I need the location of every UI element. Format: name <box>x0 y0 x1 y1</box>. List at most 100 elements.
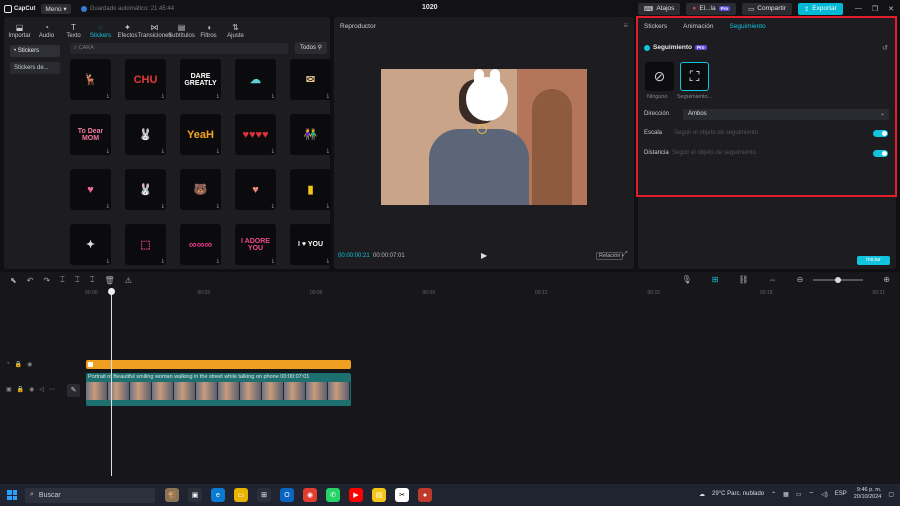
sticker-item[interactable]: ⬚ ⤓ <box>125 224 166 265</box>
notification-icon[interactable]: ▢ <box>888 491 894 498</box>
sticker-category-1[interactable]: Stickers de... <box>10 62 60 74</box>
language-indicator[interactable]: ESP <box>835 491 847 497</box>
preview-axis-icon[interactable]: ⇔ <box>769 275 777 284</box>
props-tab-seguimiento[interactable]: Seguimiento <box>729 23 765 30</box>
download-icon[interactable]: ⤓ <box>327 148 329 154</box>
download-icon[interactable]: ⤓ <box>217 258 219 264</box>
sticker-category-0[interactable]: • Stickers <box>10 45 60 57</box>
sticky-notes-icon[interactable]: ▤ <box>372 488 386 502</box>
maximize-icon[interactable]: ❐ <box>872 5 878 13</box>
wifi-icon[interactable]: ⌔ <box>809 490 815 498</box>
download-icon[interactable]: ⤓ <box>107 148 109 154</box>
download-icon[interactable]: ⤓ <box>272 258 274 264</box>
sticker-item[interactable]: CHU ⤓ <box>125 59 166 100</box>
outlook-icon[interactable]: O <box>280 488 294 502</box>
sticker-item[interactable]: ♥♥♥♥ ⤓ <box>235 114 276 155</box>
video-clip[interactable]: Portrait of Beautiful smiling woman walk… <box>86 373 351 406</box>
download-icon[interactable]: ⤓ <box>162 93 164 99</box>
fullscreen-icon[interactable]: ⤢ <box>622 251 628 259</box>
scale-toggle[interactable] <box>873 130 888 137</box>
video-preview[interactable] <box>381 69 587 205</box>
sticker-item[interactable]: To Dear MOM ⤓ <box>70 114 111 155</box>
link-icon[interactable]: ⛓ <box>738 275 748 284</box>
download-icon[interactable]: ⤓ <box>217 203 219 209</box>
download-icon[interactable]: ⤓ <box>327 203 329 209</box>
more-icon[interactable]: ⋯ <box>49 386 55 393</box>
magnet-icon[interactable]: ⊞ <box>712 275 719 284</box>
shortcuts-button[interactable]: ⌨ Atajos <box>637 2 681 15</box>
time-ruler[interactable]: 00:00 00:03 00:06 00:09 00:12 00:15 00:18 00:21 <box>85 288 900 298</box>
sticker-item[interactable]: ∞∞∞ ⤓ <box>180 224 221 265</box>
network-icon[interactable]: ▦ <box>783 491 789 498</box>
warning-icon[interactable]: ⚠ <box>125 276 132 285</box>
download-icon[interactable]: ⤓ <box>272 148 274 154</box>
eye-icon[interactable]: ◔ <box>6 361 10 368</box>
sticker-item[interactable]: DARE GREATLY ⤓ <box>180 59 221 100</box>
tray-up-icon[interactable]: ⌃ <box>771 491 776 498</box>
edit-cover-icon[interactable]: ✎ <box>67 384 80 397</box>
battery-icon[interactable]: ▭ <box>796 491 802 498</box>
sticker-item[interactable]: 🦌 ⤓ <box>70 59 111 100</box>
tab-transiciones[interactable]: ⋈ Transiciones <box>138 23 172 39</box>
playhead[interactable] <box>108 288 115 476</box>
ratio-button[interactable]: Relación <box>596 252 624 260</box>
windows-start-icon[interactable] <box>7 490 17 500</box>
tracking-target-icon[interactable] <box>477 124 487 134</box>
sticker-item[interactable]: I ADORE YOU ⤓ <box>235 224 276 265</box>
chrome-icon[interactable]: ◉ <box>303 488 317 502</box>
split-right-icon[interactable]: ⌶ <box>90 275 95 285</box>
sticker-item[interactable]: ♥ ⤓ <box>70 169 111 210</box>
props-tab-stickers[interactable]: Stickers <box>644 23 667 30</box>
cover-icon[interactable]: ▣ <box>6 386 12 393</box>
option-tracking-button[interactable]: ⛶ <box>680 62 709 91</box>
tab-stickers[interactable]: ◌ Stickers <box>87 23 114 39</box>
sticker-item[interactable]: ✦ ⤓ <box>70 224 111 265</box>
project-title[interactable]: 1020 <box>422 4 438 11</box>
close-icon[interactable]: ✕ <box>888 5 894 13</box>
undo-icon[interactable]: ↶ <box>27 276 34 285</box>
download-icon[interactable]: ⤓ <box>327 93 329 99</box>
sticker-item[interactable]: 🐻 ⤓ <box>180 169 221 210</box>
youtube-icon[interactable]: ▶ <box>349 488 363 502</box>
zoom-in-icon[interactable]: ⊕ <box>883 275 890 284</box>
filter-dropdown[interactable]: Todos ⚲ <box>295 42 327 54</box>
lock-icon[interactable]: 🔒 <box>17 386 24 393</box>
sticker-search-input[interactable]: ⌕ CARA <box>70 43 288 54</box>
download-icon[interactable]: ⤓ <box>272 203 274 209</box>
sticker-item[interactable]: ✉ ⤓ <box>290 59 331 100</box>
sticker-item[interactable]: 🐰 ⤓ <box>125 169 166 210</box>
sticker-item[interactable]: 🐰 ⤓ <box>125 114 166 155</box>
delete-icon[interactable]: 🗑 <box>105 276 115 285</box>
menu-button[interactable]: Menú ▾ <box>41 3 71 14</box>
player-menu-icon[interactable]: ≡ <box>623 21 628 30</box>
download-icon[interactable]: ⤓ <box>162 148 164 154</box>
split-left-icon[interactable]: ⌶ <box>75 275 80 285</box>
widget-icon[interactable]: 🐒 <box>165 488 179 502</box>
sticker-item[interactable]: ▮ ⤓ <box>290 169 331 210</box>
zoom-slider[interactable] <box>813 276 864 283</box>
clock[interactable]: 9:46 p. m. 20/10/2024 <box>854 487 882 501</box>
sticker-item[interactable]: YeaH ⤓ <box>180 114 221 155</box>
sticker-item[interactable]: ♥ ⤓ <box>235 169 276 210</box>
download-icon[interactable]: ⤓ <box>327 258 329 264</box>
sticker-item[interactable]: ☁ ⤓ <box>235 59 276 100</box>
tab-texto[interactable]: T Texto <box>60 23 87 39</box>
microphone-icon[interactable]: 🎙 <box>682 275 692 284</box>
download-icon[interactable]: ⤓ <box>162 203 164 209</box>
sticker-item[interactable]: I ♥ YOU ⤓ <box>290 224 331 265</box>
sticker-clip[interactable] <box>86 360 351 369</box>
recorder-icon[interactable]: ● <box>418 488 432 502</box>
split-icon[interactable]: ⌶ <box>60 275 65 285</box>
minimize-icon[interactable]: — <box>855 5 862 13</box>
task-view-icon[interactable]: ▣ <box>188 488 202 502</box>
file-explorer-icon[interactable]: ▭ <box>234 488 248 502</box>
play-icon[interactable]: ▶ <box>481 251 487 260</box>
start-tracking-button[interactable]: Iniciar <box>857 256 890 265</box>
select-tool-icon[interactable]: ⬉ <box>10 276 17 285</box>
tab-ajuste[interactable]: ⇅ Ajuste <box>222 23 249 39</box>
tab-filtros[interactable]: ◑ Filtros <box>195 23 222 39</box>
zoom-out-icon[interactable]: ⊖ <box>797 275 804 284</box>
share-button[interactable]: ▭ Compartir <box>742 2 792 15</box>
props-tab-animación[interactable]: Animación <box>683 23 713 30</box>
download-icon[interactable]: ⤓ <box>217 93 219 99</box>
